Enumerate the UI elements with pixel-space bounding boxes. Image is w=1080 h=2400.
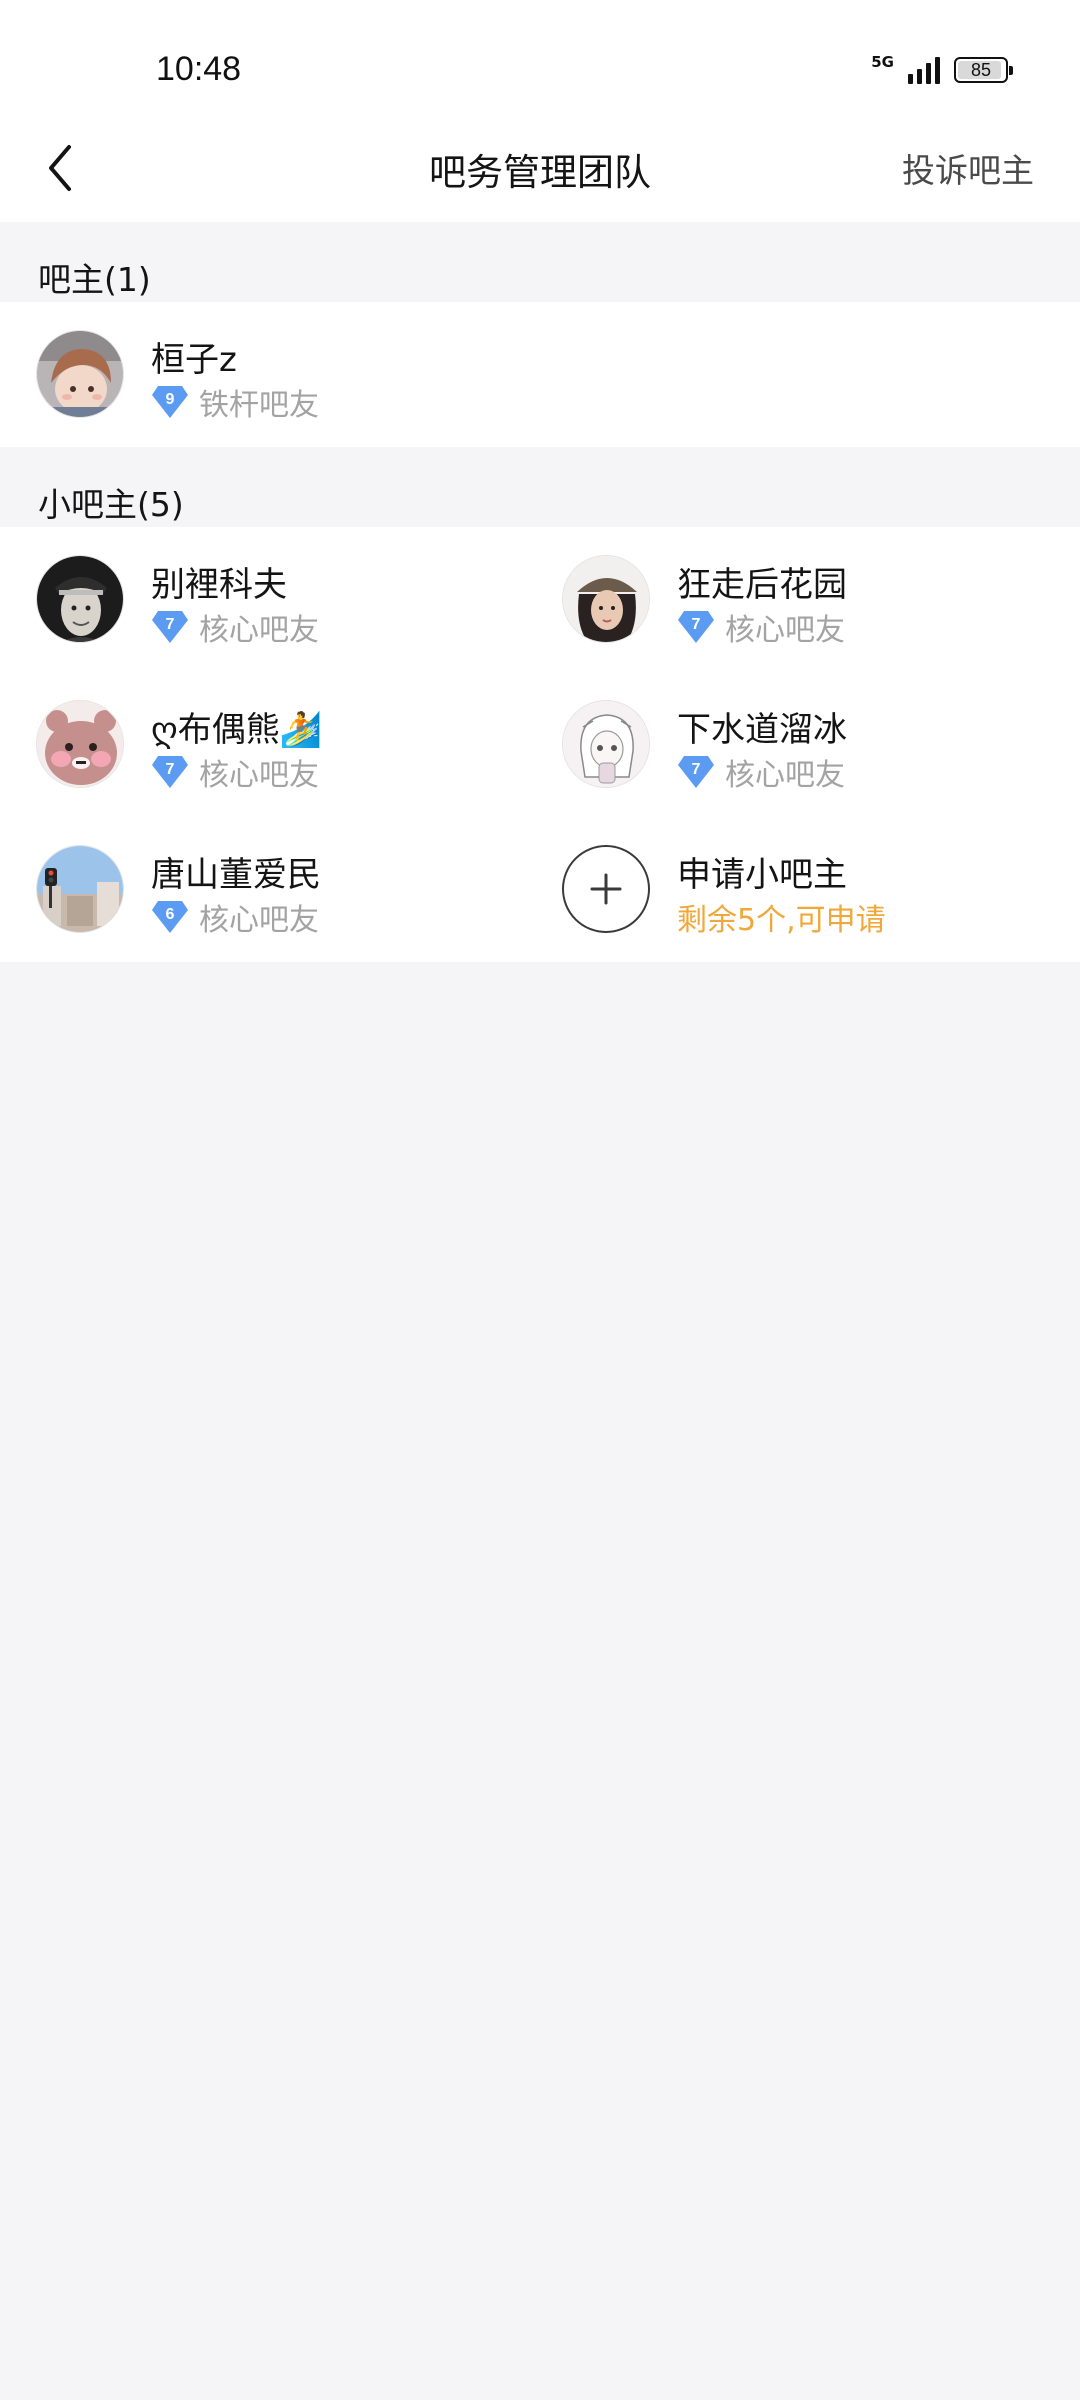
role-label: 核心吧友 bbox=[199, 758, 319, 793]
status-icons: 5G 85 bbox=[871, 50, 1013, 90]
level-number: 7 bbox=[691, 616, 701, 633]
level-badge-icon: 7 bbox=[677, 754, 715, 790]
sketch-girl-avatar bbox=[562, 700, 650, 788]
pink-bear-avatar bbox=[36, 700, 124, 788]
member-name: 下水道溜冰 bbox=[677, 710, 847, 750]
member-name: 狂走后花园 bbox=[677, 565, 847, 605]
role-label: 铁杆吧友 bbox=[199, 388, 319, 423]
level-number: 6 bbox=[165, 906, 175, 923]
sub-owner-section: 别裡科夫 7 核心吧友 狂走后花园 7 核心吧友 ღ布偶熊🏄 7 核心吧友 下水… bbox=[0, 527, 1080, 962]
role-label: 核心吧友 bbox=[199, 903, 319, 938]
member-name: ღ布偶熊🏄 bbox=[151, 710, 323, 750]
battery-level: 85 bbox=[970, 59, 992, 80]
member-item[interactable]: 狂走后花园 7 核心吧友 bbox=[526, 527, 1046, 672]
level-badge-icon: 9 bbox=[151, 384, 189, 420]
network-label: 5G bbox=[871, 52, 894, 71]
role-label: 核心吧友 bbox=[199, 613, 319, 648]
member-role: 7 核心吧友 bbox=[677, 609, 845, 648]
level-badge-icon: 7 bbox=[151, 609, 189, 645]
role-label: 核心吧友 bbox=[725, 758, 845, 793]
member-item[interactable]: ღ布偶熊🏄 7 核心吧友 bbox=[0, 672, 520, 817]
member-item[interactable]: 桓子z 9 铁杆吧友 bbox=[0, 302, 520, 447]
member-role: 7 核心吧友 bbox=[151, 754, 319, 793]
level-badge-icon: 6 bbox=[151, 899, 189, 935]
signal-icon bbox=[908, 56, 940, 84]
owner-section: 桓子z 9 铁杆吧友 bbox=[0, 302, 1080, 447]
street-avatar bbox=[36, 845, 124, 933]
apply-title: 申请小吧主 bbox=[677, 855, 847, 895]
status-bar: 10:48 5G 85 bbox=[0, 0, 1080, 120]
woman-hat-avatar bbox=[562, 555, 650, 643]
status-time: 10:48 bbox=[156, 50, 242, 88]
portrait-avatar bbox=[36, 555, 124, 643]
battery-icon: 85 bbox=[954, 57, 1013, 83]
owner-section-title: 吧主(1) bbox=[38, 260, 151, 299]
member-item[interactable]: 下水道溜冰 7 核心吧友 bbox=[526, 672, 1046, 817]
sub-owner-section-title: 小吧主(5) bbox=[38, 485, 184, 524]
member-role: 7 核心吧友 bbox=[151, 609, 319, 648]
owner-section-header: 吧主(1) bbox=[0, 222, 1080, 302]
member-name: 唐山董爱民 bbox=[151, 855, 321, 895]
complain-owner-link[interactable]: 投诉吧主 bbox=[902, 144, 1034, 192]
level-number: 7 bbox=[691, 761, 701, 778]
sub-owner-section-header: 小吧主(5) bbox=[0, 447, 1080, 527]
role-label: 核心吧友 bbox=[725, 613, 845, 648]
member-name: 别裡科夫 bbox=[151, 565, 287, 605]
level-number: 7 bbox=[165, 616, 175, 633]
member-name: 桓子z bbox=[151, 340, 237, 380]
level-number: 7 bbox=[165, 761, 175, 778]
plus-icon bbox=[562, 845, 650, 933]
member-role: 7 核心吧友 bbox=[677, 754, 845, 793]
member-role: 6 核心吧友 bbox=[151, 899, 319, 938]
level-number: 9 bbox=[165, 391, 175, 408]
apply-sub-owner-button[interactable]: 申请小吧主 剩余5个,可申请 bbox=[526, 817, 1046, 962]
level-badge-icon: 7 bbox=[151, 754, 189, 790]
level-badge-icon: 7 bbox=[677, 609, 715, 645]
member-item[interactable]: 唐山董爱民 6 核心吧友 bbox=[0, 817, 520, 962]
apply-subtitle: 剩余5个,可申请 bbox=[677, 903, 886, 938]
member-item[interactable]: 别裡科夫 7 核心吧友 bbox=[0, 527, 520, 672]
nav-header: 吧务管理团队 投诉吧主 bbox=[0, 120, 1080, 222]
anime-girl-avatar bbox=[36, 330, 124, 418]
member-role: 9 铁杆吧友 bbox=[151, 384, 319, 423]
